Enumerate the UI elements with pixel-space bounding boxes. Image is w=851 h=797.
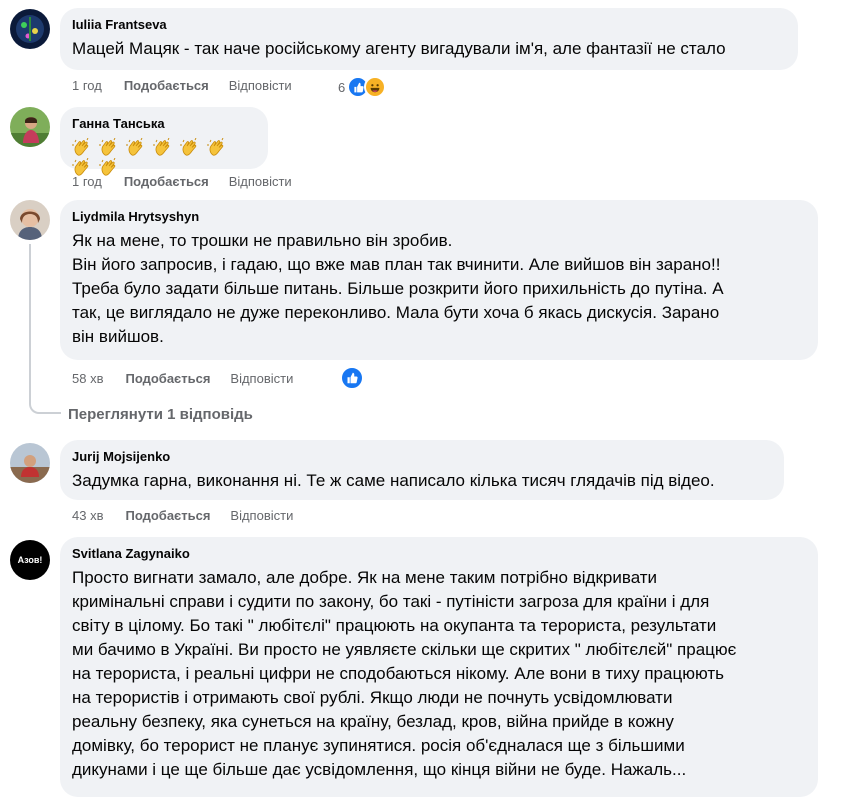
reply-button[interactable]: Відповісти (230, 371, 293, 387)
avatar[interactable] (10, 9, 50, 49)
comment-text: Мацей Мацяк - так наче російському агент… (72, 39, 726, 58)
comment-actions: 1 год Подобається Відповісти (72, 78, 292, 94)
reply-thread-line (29, 244, 61, 414)
comment-text-line: так, це виглядало не дуже переконливо. М… (72, 303, 720, 322)
reaction-summary[interactable] (340, 366, 364, 390)
comment-text-line: домівку, бо терорист не планує зупинятис… (72, 736, 685, 755)
comment-author[interactable]: Liydmila Hrytsyshyn (72, 208, 806, 225)
like-button[interactable]: Подобається (125, 508, 210, 524)
like-button[interactable]: Подобається (124, 78, 209, 94)
comment-text-line: Як на мене, то трошки не правильно він з… (72, 231, 453, 250)
comment-text-line: Просто вигнати замало, але добре. Як на … (72, 568, 658, 587)
comment-bubble: Jurij Mojsijenko Задумка гарна, виконанн… (60, 440, 784, 500)
comment-text-line: на терориста, і реальні цифри не сподоба… (72, 664, 724, 683)
comment-bubble: Iuliia Frantseva Мацей Мацяк - так наче … (60, 8, 798, 70)
avatar[interactable] (10, 443, 50, 483)
comment-author[interactable]: Ганна Танська (72, 115, 256, 132)
comment-text-line: дикунами і це ще більше дає усвідомлення… (72, 760, 687, 779)
like-button[interactable]: Подобається (124, 174, 209, 190)
comment-actions: 43 хв Подобається Відповісти (72, 508, 293, 524)
clapping-hands-icon (99, 137, 119, 158)
reply-button[interactable]: Відповісти (229, 78, 292, 94)
avatar[interactable]: Азов! (10, 540, 50, 580)
comment-time[interactable]: 58 хв (72, 371, 103, 387)
like-button[interactable]: Подобається (125, 371, 210, 387)
comment-text-line: кримінальні справи і судити по закону, б… (72, 592, 710, 611)
avatar[interactable] (10, 107, 50, 147)
comment-text-line: на терористів і отримають свої рублі. Як… (72, 688, 673, 707)
comment-text-line: світу в цілому. Бо такі " любітєлі" прац… (72, 616, 717, 635)
comment-actions: 1 год Подобається Відповісти (72, 174, 292, 190)
comment-text-line: він вийшов. (72, 327, 164, 346)
view-replies-link[interactable]: Переглянути 1 відповідь (68, 406, 253, 423)
avatar[interactable] (10, 200, 50, 240)
reaction-count: 6 (338, 79, 346, 95)
comment-text-line: ми бачимо в Україні. Ви просто не уявляє… (72, 640, 737, 659)
comment-time[interactable]: 43 хв (72, 508, 103, 524)
comment-text: Задумка гарна, виконання ні. Те ж саме н… (72, 471, 715, 490)
comment-author[interactable]: Jurij Mojsijenko (72, 448, 772, 465)
comment-time[interactable]: 1 год (72, 78, 102, 94)
comment-author[interactable]: Svitlana Zagynaiko (72, 545, 806, 562)
comment-text-line: Він його запросив, і гадаю, що вже мав п… (72, 255, 721, 274)
haha-icon (364, 76, 387, 98)
avatar-text: Азов! (17, 555, 43, 565)
clapping-hands-icon (180, 137, 200, 158)
clapping-hands-icon (153, 137, 173, 158)
clapping-hands-icon (207, 137, 227, 158)
reaction-summary[interactable]: 6 (338, 76, 387, 98)
comment-time[interactable]: 1 год (72, 174, 102, 190)
comment-bubble: Ганна Танська (60, 107, 268, 176)
comment-bubble: Liydmila Hrytsyshyn Як на мене, то трошк… (60, 200, 818, 360)
clapping-hands-icon (72, 137, 92, 158)
like-icon (340, 366, 364, 390)
emoji-row (72, 137, 256, 176)
comment-bubble: Svitlana Zagynaiko Просто вигнати замало… (60, 537, 818, 797)
clapping-hands-icon (126, 137, 146, 158)
comment-text-line: реальну безпеку, яка сунеться на країну,… (72, 712, 674, 731)
comment-actions: 58 хв Подобається Відповісти (72, 371, 293, 387)
comment-author[interactable]: Iuliia Frantseva (72, 16, 786, 33)
reply-button[interactable]: Відповісти (229, 174, 292, 190)
reply-button[interactable]: Відповісти (230, 508, 293, 524)
comment-text-line: Треба було задати більше питань. Більше … (72, 279, 724, 298)
